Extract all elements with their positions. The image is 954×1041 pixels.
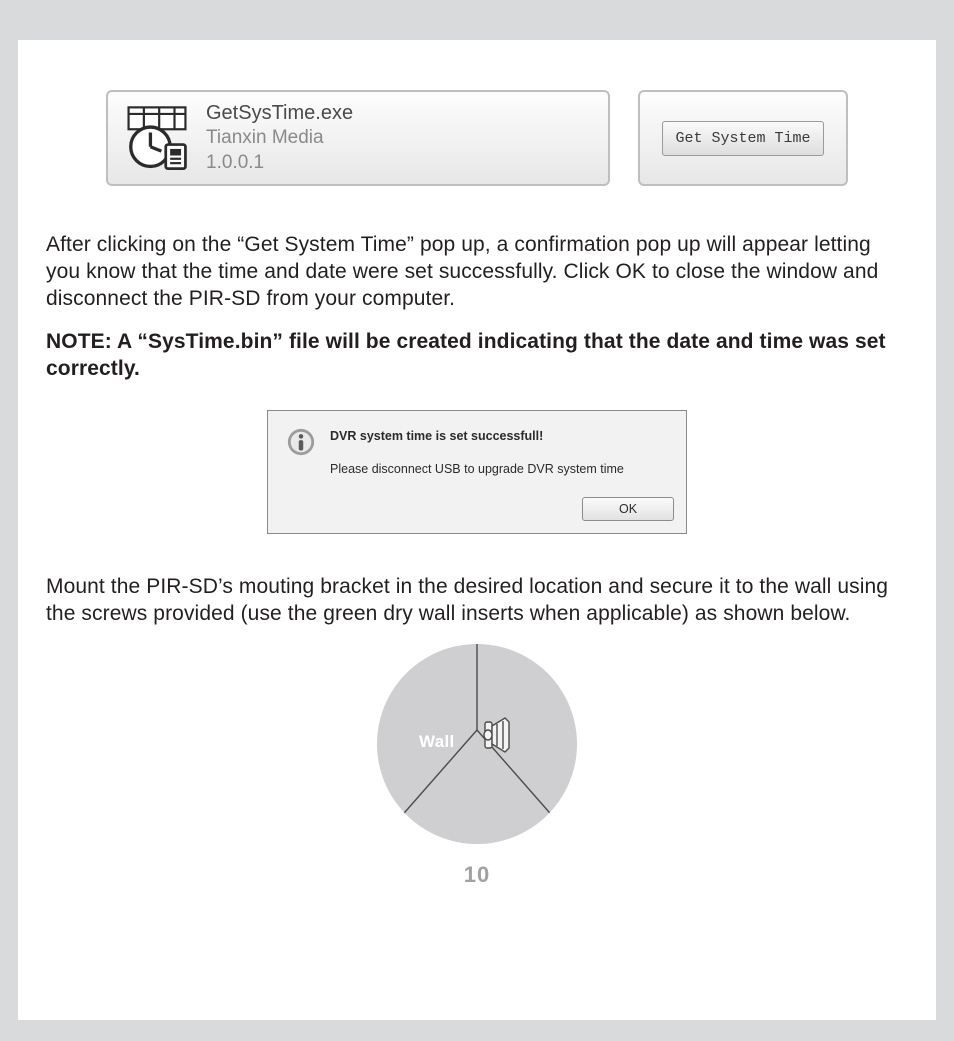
dialog-line-1: DVR system time is set successfull! xyxy=(330,427,624,446)
footer-band xyxy=(0,1020,954,1040)
figure-wall-mount: Wall xyxy=(46,644,908,844)
dialog-line-2: Please disconnect USB to upgrade DVR sys… xyxy=(330,460,624,479)
confirmation-dialog: DVR system time is set successfull! Plea… xyxy=(267,410,687,534)
figure-row-1: GetSysTime.exe Tianxin Media 1.0.0.1 Get… xyxy=(106,90,848,186)
paragraph-confirmation: After clicking on the “Get System Time” … xyxy=(46,232,908,313)
wall-diagram: Wall xyxy=(377,644,577,844)
page-number: 10 xyxy=(46,862,908,888)
header-band xyxy=(0,0,954,40)
info-icon xyxy=(286,427,316,457)
exe-filename: GetSysTime.exe xyxy=(206,100,353,126)
paragraph-mounting: Mount the PIR-SD’s mouting bracket in th… xyxy=(46,574,908,628)
exe-version: 1.0.0.1 xyxy=(206,151,353,176)
get-system-time-button[interactable]: Get System Time xyxy=(662,121,823,156)
manual-page: GetSysTime.exe Tianxin Media 1.0.0.1 Get… xyxy=(18,40,936,1020)
figure-dialog: DVR system time is set successfull! Plea… xyxy=(46,410,908,534)
exe-file-tile: GetSysTime.exe Tianxin Media 1.0.0.1 xyxy=(106,90,610,186)
exe-file-icon xyxy=(122,103,192,173)
exe-file-meta: GetSysTime.exe Tianxin Media 1.0.0.1 xyxy=(206,100,353,175)
dialog-ok-button[interactable]: OK xyxy=(582,497,674,521)
exe-publisher: Tianxin Media xyxy=(206,126,353,151)
note-paragraph: NOTE: A “SysTime.bin” file will be creat… xyxy=(46,329,908,383)
wall-label: Wall xyxy=(419,732,455,752)
get-system-time-panel: Get System Time xyxy=(638,90,848,186)
